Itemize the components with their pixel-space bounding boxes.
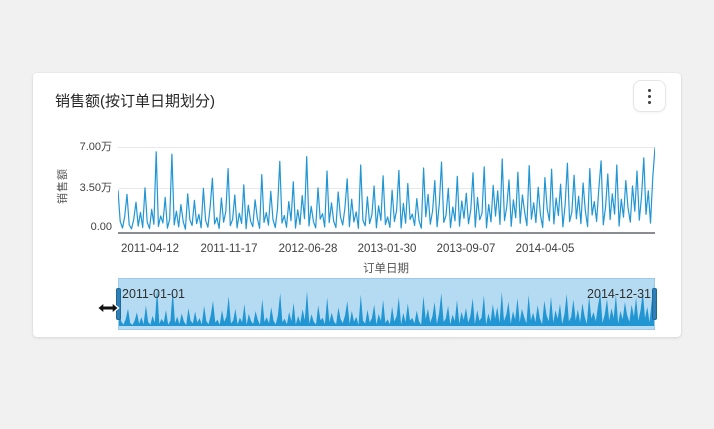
x-axis-name: 订单日期 (363, 263, 409, 275)
x-tick-label: 2012-06-28 (278, 243, 338, 255)
resize-horizontal-cursor-icon (96, 300, 120, 316)
x-tick-label: 2013-01-30 (357, 243, 417, 255)
kebab-vertical-icon (648, 88, 651, 104)
y-axis-tick-label: 3.50万 (79, 182, 112, 194)
y-axis-tick-label: 7.00万 (79, 141, 112, 153)
page-title: 销售额(按订单日期划分) (55, 93, 215, 110)
x-tick-label: 2013-09-07 (436, 243, 496, 255)
y-axis-tick-label: 0.00 (90, 221, 112, 233)
screen: 销售额(按订单日期划分) 销售额 7.00万 3.50万 0.00 2011-0… (0, 0, 714, 429)
datazoom-start-label: 2011-01-01 (122, 287, 186, 301)
x-tick-label: 2014-04-05 (515, 243, 575, 255)
x-axis-line (118, 232, 655, 234)
datazoom-end-label: 2014-12-31 (587, 287, 651, 301)
datazoom-preview-chart (119, 286, 654, 326)
chart-card: 销售额(按订单日期划分) 销售额 7.00万 3.50万 0.00 2011-0… (33, 73, 681, 337)
x-tick-label: 2011-04-12 (121, 243, 179, 255)
datazoom-right-handle[interactable] (652, 288, 657, 320)
datazoom-slider[interactable]: 2011-01-01 2014-12-31 (116, 278, 657, 330)
sales-line-chart[interactable] (118, 147, 655, 231)
x-tick-label: 2011-11-17 (200, 243, 258, 255)
card-menu-button[interactable] (633, 80, 666, 112)
